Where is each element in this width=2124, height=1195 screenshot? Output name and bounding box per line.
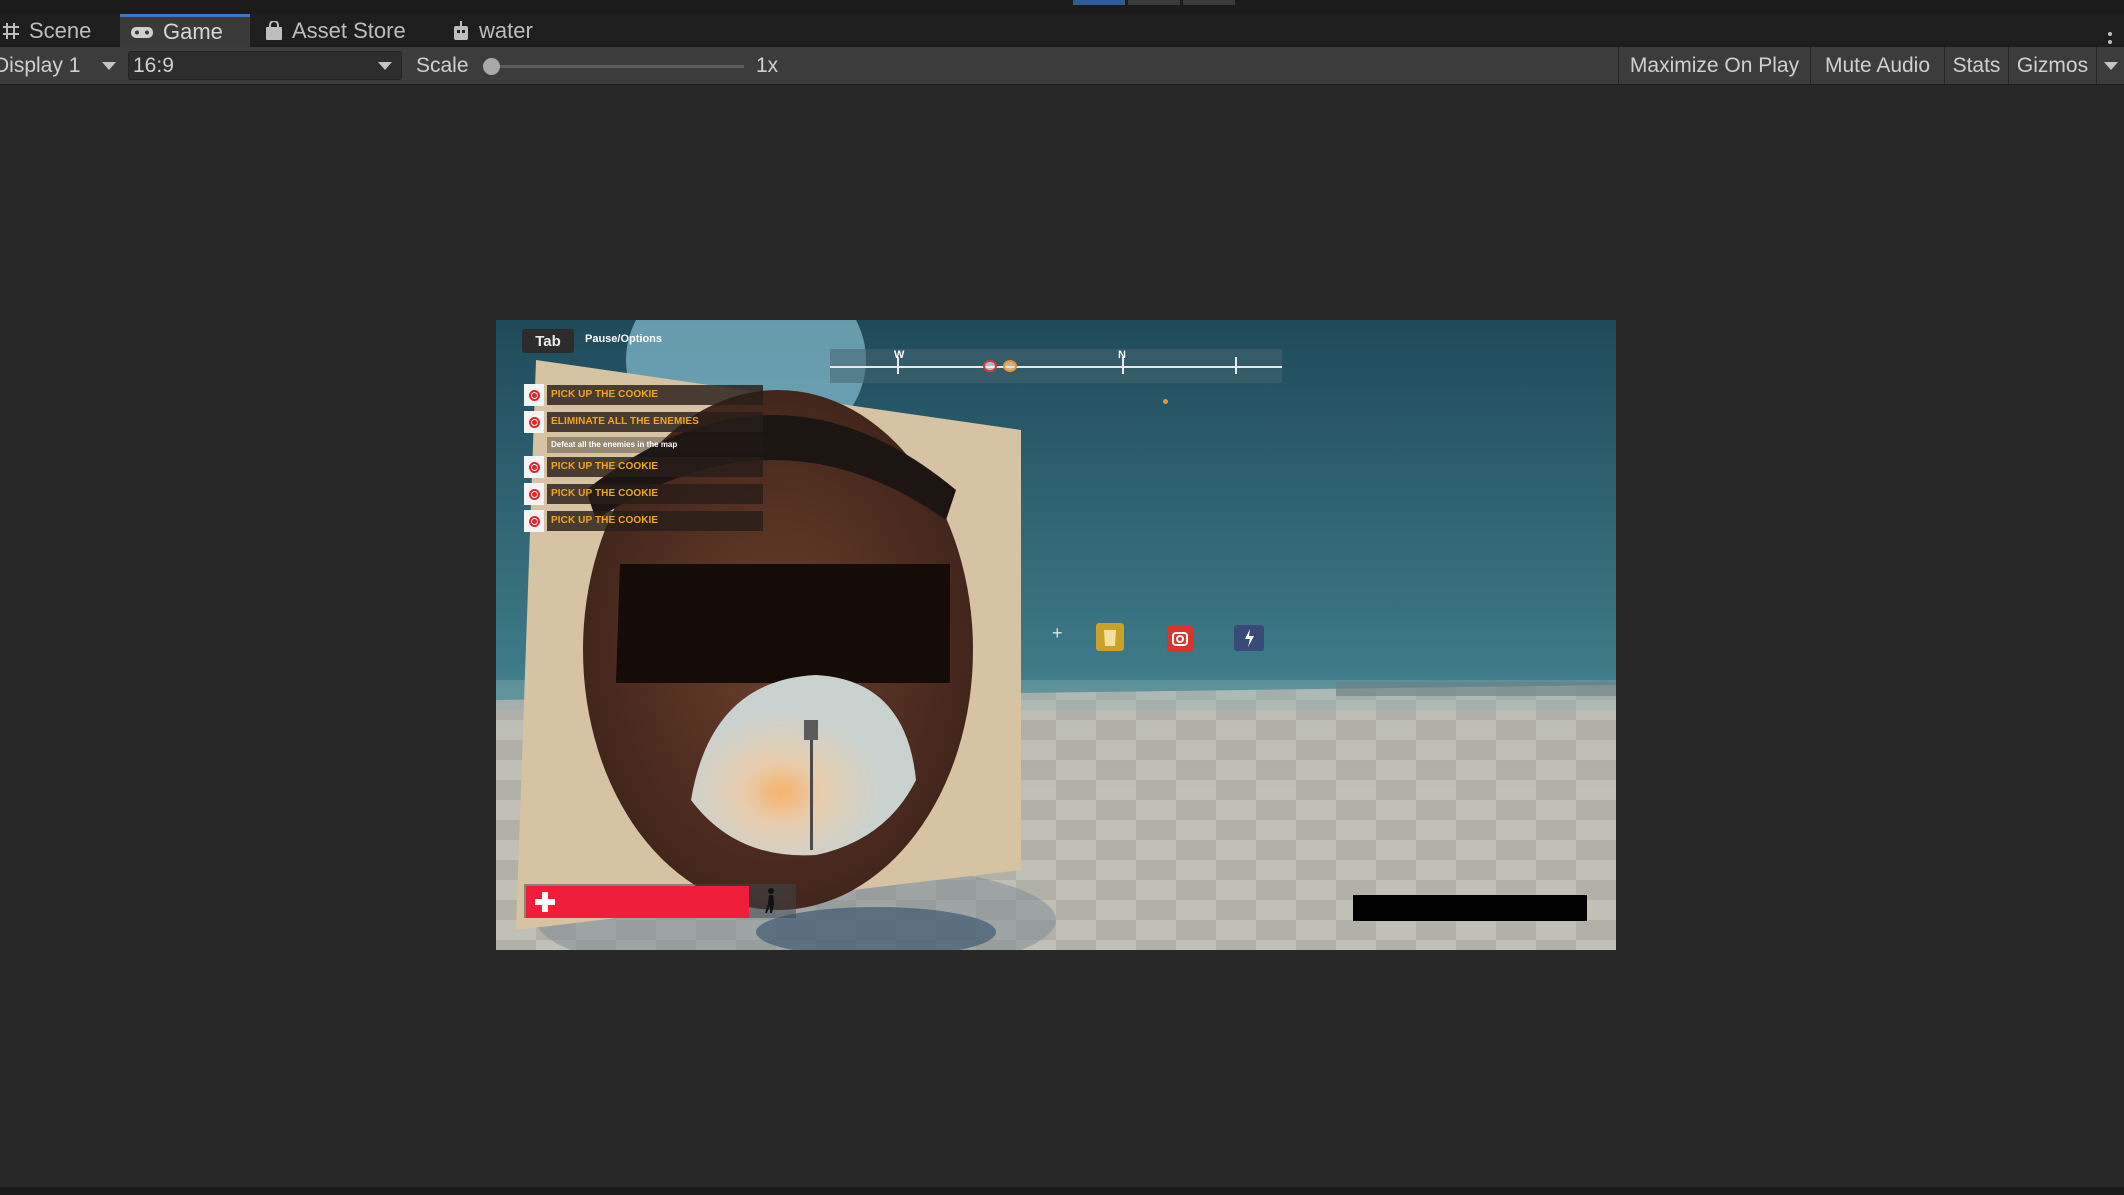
tab-scene[interactable]: Scene [0, 14, 120, 47]
mute-audio-button[interactable]: Mute Audio [1810, 47, 1944, 84]
compass-north-label: N [1118, 349, 1126, 361]
gizmos-button[interactable]: Gizmos [2008, 47, 2096, 84]
scale-slider-handle[interactable] [483, 58, 500, 75]
health-cross-icon [535, 892, 555, 912]
tab-asset-store[interactable]: Asset Store [255, 14, 430, 47]
grid-icon [3, 22, 19, 39]
pause-options-label: Pause/Options [585, 333, 663, 345]
compass-bar: W N [830, 349, 1282, 404]
target-icon [524, 411, 544, 433]
editor-bottom-strip [0, 1187, 2124, 1195]
game-viewport[interactable]: Tab Pause/Options W N PICK UP THE COOKIE… [496, 320, 1616, 950]
tab-game[interactable]: Game [120, 14, 250, 47]
scale-slider-track[interactable] [492, 65, 744, 68]
waypoint-dot-icon [1163, 399, 1168, 404]
crosshair: + [1052, 623, 1063, 643]
objective-label: PICK UP THE COOKIE [551, 461, 659, 472]
objective-item: PICK UP THE COOKIE [524, 455, 764, 481]
objective-item: PICK UP THE COOKIE [524, 383, 764, 409]
target-icon [524, 483, 544, 505]
objective-marker-icon [983, 360, 997, 372]
target-icon [524, 510, 544, 532]
tab-game-label: Game [163, 19, 223, 44]
objective-label: PICK UP THE COOKIE [551, 389, 659, 400]
objective-item: PICK UP THE COOKIE [524, 482, 764, 508]
aspect-ratio-dropdown[interactable]: 16:9 [128, 51, 402, 80]
shopping-bag-icon [266, 20, 282, 40]
chevron-down-icon [378, 62, 392, 70]
tab-asset-store-label: Asset Store [292, 17, 406, 43]
view-tab-bar: Scene Game Asset Store water [0, 14, 2124, 52]
stats-button[interactable]: Stats [1944, 47, 2008, 84]
display-label: Display 1 [0, 53, 81, 77]
maximize-on-play-button[interactable]: Maximize On Play [1618, 47, 1810, 84]
camera-icon [1167, 626, 1193, 652]
chevron-down-icon [102, 62, 116, 70]
lightning-icon [1234, 625, 1264, 651]
aspect-label: 16:9 [133, 53, 174, 77]
tab-scene-label: Scene [29, 17, 92, 43]
compass-west-label: W [894, 349, 905, 361]
scale-value: 1x [756, 53, 779, 77]
chevron-down-icon [2103, 61, 2118, 70]
objective-item: PICK UP THE COOKIE [524, 509, 764, 535]
scale-label: Scale [416, 53, 469, 77]
objective-description: Defeat all the enemies in the map [524, 437, 764, 455]
editor-top-strip [0, 0, 2124, 14]
gizmos-dropdown-button[interactable] [2096, 47, 2124, 84]
cookie-jar-icon [1096, 623, 1124, 651]
objective-label: PICK UP THE COOKIE [551, 488, 659, 499]
display-dropdown[interactable]: Display 1 [0, 47, 122, 84]
target-icon [524, 456, 544, 478]
objective-description-text: Defeat all the enemies in the map [551, 440, 678, 449]
tab-water[interactable]: water [442, 14, 562, 47]
objective-marker-icon [1003, 360, 1017, 372]
layout-segment[interactable] [1183, 0, 1235, 5]
objective-label: PICK UP THE COOKIE [551, 515, 659, 526]
tab-key-hint: Tab [522, 329, 574, 353]
gamepad-icon [131, 27, 153, 38]
game-view-toolbar: Display 1 16:9 Scale 1x Maximize On Play… [0, 47, 2124, 85]
health-bar-fill [526, 886, 749, 918]
tab-water-label: water [479, 17, 533, 43]
layout-segment[interactable] [1128, 0, 1180, 5]
stamina-bar [1353, 895, 1587, 921]
layout-segment-active[interactable] [1073, 0, 1125, 5]
standing-stance-icon [765, 888, 774, 913]
compass-tick [1235, 357, 1237, 374]
objective-label: ELIMINATE ALL THE ENEMIES [551, 416, 699, 427]
robot-icon [454, 20, 468, 40]
objective-item: ELIMINATE ALL THE ENEMIES [524, 410, 764, 436]
target-icon [524, 384, 544, 406]
objectives-list: PICK UP THE COOKIE ELIMINATE ALL THE ENE… [524, 383, 764, 536]
